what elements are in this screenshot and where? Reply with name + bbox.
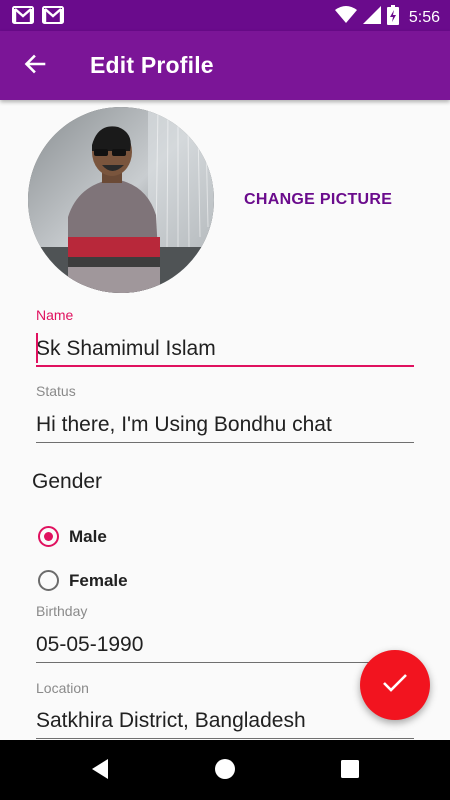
location-field-underline <box>36 738 414 739</box>
status-field-underline <box>36 442 414 443</box>
gmail-notification-icon <box>42 6 64 29</box>
signal-icon <box>362 6 381 29</box>
gender-option-female[interactable]: Female <box>38 570 128 591</box>
text-cursor <box>36 333 38 363</box>
name-field-label: Name <box>36 307 74 323</box>
birthday-input[interactable]: 05-05-1990 <box>36 633 143 657</box>
radio-unchecked-icon <box>38 570 59 591</box>
name-input[interactable]: Sk Shamimul Islam <box>36 337 216 361</box>
status-input[interactable]: Hi there, I'm Using Bondhu chat <box>36 413 332 437</box>
back-button[interactable] <box>18 50 52 82</box>
radio-checked-icon <box>38 526 59 547</box>
birthday-field-label: Birthday <box>36 603 88 619</box>
app-bar: Edit Profile <box>0 31 450 100</box>
wifi-icon <box>334 6 357 29</box>
name-field-underline <box>36 365 414 367</box>
birthday-field-underline <box>36 662 414 663</box>
status-bar: 5:56 <box>0 0 450 31</box>
status-bar-time: 5:56 <box>408 8 440 26</box>
nav-back-icon[interactable] <box>90 758 110 785</box>
gender-label: Gender <box>32 470 103 493</box>
nav-home-icon[interactable] <box>214 758 236 785</box>
gender-option-label: Female <box>69 570 128 590</box>
gender-option-male[interactable]: Male <box>38 526 107 547</box>
battery-charging-icon <box>386 5 399 30</box>
profile-avatar[interactable] <box>28 107 214 293</box>
check-icon <box>382 672 408 699</box>
location-field-label: Location <box>36 680 89 696</box>
change-picture-button[interactable]: CHANGE PICTURE <box>244 191 392 209</box>
nav-recents-icon[interactable] <box>341 760 359 783</box>
page-title: Edit Profile <box>90 52 214 78</box>
system-navigation-bar <box>0 740 450 800</box>
arrow-back-icon <box>23 52 47 81</box>
location-input[interactable]: Satkhira District, Bangladesh <box>36 709 306 733</box>
gmail-notification-icon <box>12 6 34 29</box>
status-field-label: Status <box>36 383 76 399</box>
save-fab-button[interactable] <box>360 650 430 720</box>
gender-option-label: Male <box>69 526 107 546</box>
